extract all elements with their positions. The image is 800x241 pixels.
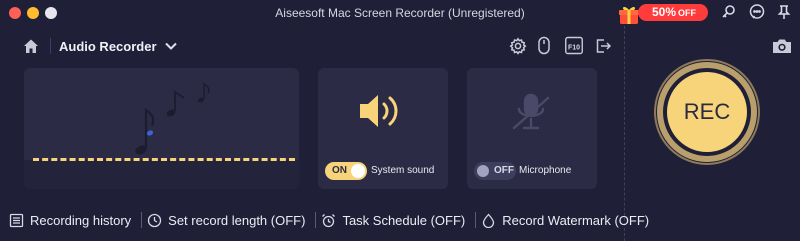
record-watermark-button[interactable]: Record Watermark (OFF) (481, 213, 649, 228)
microphone-toggle[interactable]: OFF (474, 162, 516, 180)
mouse-icon[interactable] (536, 36, 552, 56)
recording-history-button[interactable]: Recording history (9, 213, 131, 228)
pin-icon[interactable] (775, 3, 793, 21)
water-drop-icon (483, 213, 495, 228)
feedback-icon[interactable] (748, 3, 766, 21)
bottom-toolbar: Recording history Set record length (OFF… (0, 208, 800, 232)
record-watermark-label: Record Watermark (OFF) (502, 212, 650, 228)
system-sound-toggle[interactable]: ON (325, 162, 367, 180)
list-icon (9, 213, 24, 227)
gift-icon (619, 6, 639, 24)
toolbar-divider (50, 38, 51, 54)
clock-icon (148, 213, 162, 227)
task-schedule-label: Task Schedule (OFF) (342, 212, 466, 228)
promo-percent: 50% (652, 5, 677, 19)
home-icon[interactable] (22, 37, 40, 55)
key-icon[interactable] (720, 3, 738, 21)
speaker-icon[interactable] (357, 90, 407, 132)
audio-preview-panel (24, 68, 299, 189)
camera-icon[interactable] (771, 37, 793, 55)
settings-gear-icon[interactable] (509, 36, 527, 56)
promo-suffix: OFF (678, 8, 697, 18)
microphone-toggle-state: OFF (494, 165, 514, 176)
microphone-label: Microphone (519, 165, 572, 176)
toggle-knob (351, 164, 365, 178)
chevron-down-icon[interactable] (163, 38, 179, 54)
bottom-divider (141, 212, 143, 228)
task-schedule-button[interactable]: Task Schedule (OFF) (321, 213, 465, 228)
microphone-muted-icon[interactable] (508, 92, 554, 134)
hotkey-label: F10 (568, 45, 580, 52)
system-sound-panel: ON System sound (318, 68, 448, 189)
system-sound-toggle-state: ON (332, 165, 347, 176)
rec-label: REC (683, 99, 731, 124)
alarm-clock-icon (322, 213, 336, 227)
keyboard-key-icon: F10 (565, 36, 583, 55)
bottom-divider (475, 212, 477, 228)
microphone-panel: OFF Microphone (467, 68, 597, 189)
rec-button[interactable]: REC (653, 58, 761, 166)
mode-toolbar: Audio Recorder (22, 35, 179, 57)
bottom-divider (315, 212, 317, 228)
promo-pill: 50% OFF (638, 4, 708, 21)
waveform-track (24, 160, 299, 189)
mode-title[interactable]: Audio Recorder (59, 39, 157, 54)
set-record-length-button[interactable]: Set record length (OFF) (147, 213, 305, 228)
music-notes-icon (135, 82, 210, 155)
system-sound-label: System sound (371, 165, 435, 176)
audio-level-line (33, 158, 295, 161)
export-icon[interactable] (594, 36, 612, 56)
promo-badge[interactable]: 50% OFF (616, 3, 712, 24)
set-record-length-label: Set record length (OFF) (168, 212, 306, 228)
hotkey-badge[interactable]: F10 (565, 36, 583, 56)
recording-history-label: Recording history (30, 212, 132, 228)
toggle-knob (477, 165, 489, 177)
title-bar: Aiseesoft Mac Screen Recorder (Unregiste… (0, 0, 800, 26)
